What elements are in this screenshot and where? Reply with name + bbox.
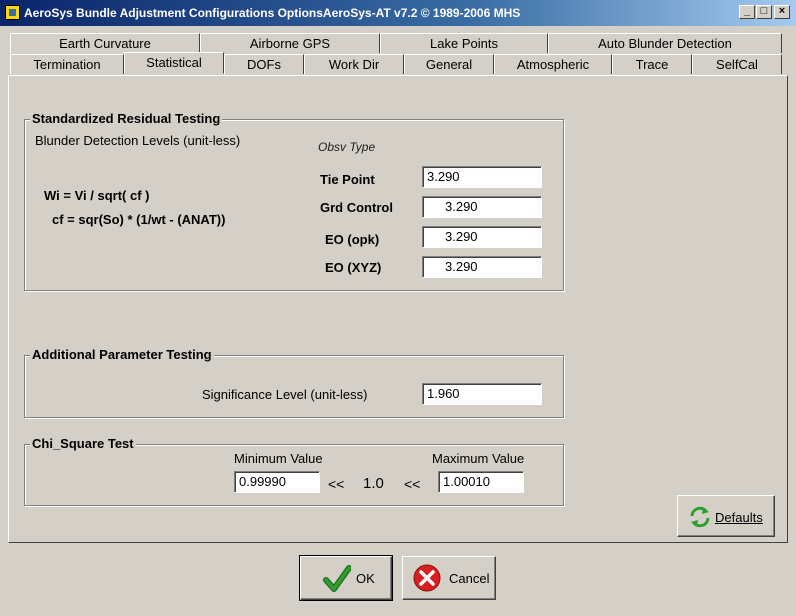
obsv-type-label: Obsv Type xyxy=(318,140,376,154)
formula-cf: cf = sqr(So) * (1/wt - (ANAT)) xyxy=(52,212,226,227)
eo-opk-label: EO (opk) xyxy=(325,232,380,247)
tab-general[interactable]: General xyxy=(404,54,494,74)
minimum-value-input[interactable]: 0.99990 xyxy=(234,471,320,493)
close-icon[interactable]: × xyxy=(774,5,790,19)
chi-center-value: 1.0 xyxy=(363,475,384,492)
checkmark-icon xyxy=(323,565,352,596)
significance-level-label: Significance Level (unit-less) xyxy=(202,387,368,402)
less-than-symbol-2: << xyxy=(404,476,421,492)
tab-earth-curvature[interactable]: Earth Curvature xyxy=(10,33,200,53)
defaults-label: Defaults xyxy=(715,510,763,525)
tie-point-label: Tie Point xyxy=(320,172,375,187)
defaults-button[interactable]: Defaults xyxy=(677,495,775,537)
minimize-icon[interactable]: _ xyxy=(739,5,755,19)
grd-control-input[interactable]: 3.290 xyxy=(422,196,542,218)
eo-xyz-label: EO (XYZ) xyxy=(325,260,382,275)
maximum-value-input[interactable]: 1.00010 xyxy=(438,471,524,493)
eo-opk-input[interactable]: 3.290 xyxy=(422,226,542,248)
chi-square-title: Chi_Square Test xyxy=(30,436,136,451)
eo-xyz-input[interactable]: 3.290 xyxy=(422,256,542,278)
ok-button[interactable]: OK xyxy=(299,555,393,601)
cancel-x-icon xyxy=(413,564,441,595)
additional-parameter-title: Additional Parameter Testing xyxy=(30,347,214,362)
residual-testing-title: Standardized Residual Testing xyxy=(30,111,223,126)
tab-selfcal[interactable]: SelfCal xyxy=(692,54,782,74)
grd-control-label: Grd Control xyxy=(320,200,393,215)
tab-auto-blunder-detection[interactable]: Auto Blunder Detection xyxy=(548,33,782,53)
app-icon[interactable] xyxy=(5,5,20,20)
less-than-symbol-1: << xyxy=(328,476,345,492)
tab-dofs[interactable]: DOFs xyxy=(224,54,304,74)
significance-level-input[interactable]: 1.960 xyxy=(422,383,542,405)
formula-wi: Wi = Vi / sqrt( cf ) xyxy=(44,188,150,203)
tab-termination[interactable]: Termination xyxy=(10,54,124,74)
tab-work-dir[interactable]: Work Dir xyxy=(304,54,404,74)
cancel-label: Cancel xyxy=(449,571,490,586)
window-title: AeroSys Bundle Adjustment Configurations… xyxy=(24,6,521,20)
tab-trace[interactable]: Trace xyxy=(612,54,692,74)
tab-lake-points[interactable]: Lake Points xyxy=(380,33,548,53)
maximum-value-label: Maximum Value xyxy=(432,451,525,466)
maximize-icon[interactable]: □ xyxy=(756,5,772,19)
minimum-value-label: Minimum Value xyxy=(234,451,323,466)
tie-point-input[interactable]: 3.290 xyxy=(422,166,542,188)
title-bar: AeroSys Bundle Adjustment Configurations… xyxy=(0,0,796,26)
ok-label: OK xyxy=(356,571,375,586)
cancel-button[interactable]: Cancel xyxy=(402,556,496,600)
tab-statistical[interactable]: Statistical xyxy=(124,52,224,74)
tab-atmospheric[interactable]: Atmospheric xyxy=(494,54,612,74)
tab-airborne-gps[interactable]: Airborne GPS xyxy=(200,33,380,53)
refresh-icon xyxy=(688,505,712,532)
blunder-detection-label: Blunder Detection Levels (unit-less) xyxy=(35,133,241,148)
